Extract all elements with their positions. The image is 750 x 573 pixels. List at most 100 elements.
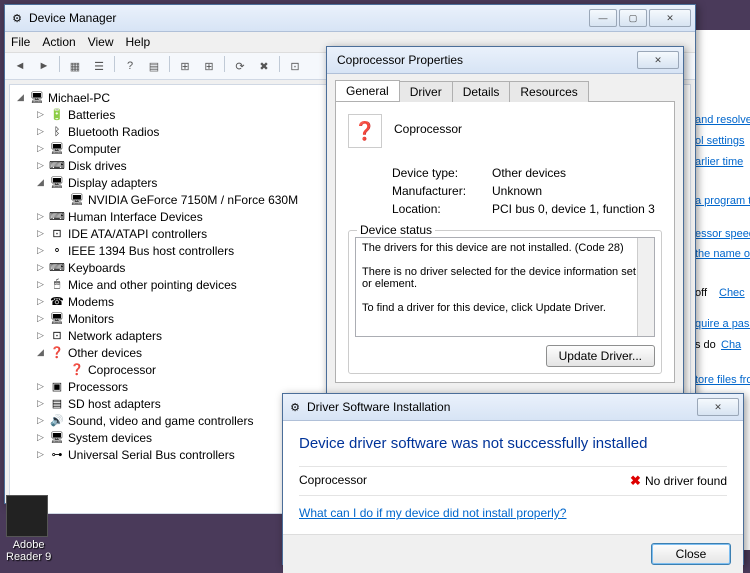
expander-icon[interactable]: ▷ [34,414,47,427]
tree-node-label: Modems [68,295,114,309]
help-button[interactable]: ? [119,56,141,76]
toolbar-btn[interactable]: ⊞ [174,56,196,76]
bg-frag: Chec [719,283,750,304]
expander-icon[interactable] [54,363,67,376]
bg-frag: ol settings [695,131,750,152]
back-button[interactable]: ◄ [9,56,31,76]
expander-icon[interactable]: ◢ [14,91,27,104]
tab-details[interactable]: Details [452,81,511,102]
expander-icon[interactable]: ▷ [34,329,47,342]
device-status-text[interactable]: The drivers for this device are not inst… [355,237,655,337]
device-category-icon: ⚬ [49,243,65,259]
bg-frag: the name of [695,244,750,265]
bg-frag: and resolve i [695,110,750,131]
device-category-icon: ᛒ [49,124,65,140]
device-status-group: Device status The drivers for this devic… [348,230,662,374]
titlebar[interactable]: ⚙ Driver Software Installation ✕ [283,394,743,421]
menu-action[interactable]: Action [42,35,75,49]
menu-file[interactable]: File [11,35,30,49]
expander-icon[interactable]: ▷ [34,380,47,393]
device-category-icon: 🖥 [49,141,65,157]
expander-icon[interactable]: ▷ [34,278,47,291]
properties-button[interactable]: ☰ [88,56,110,76]
expander-icon[interactable]: ▷ [34,431,47,444]
tree-node-label: Mice and other pointing devices [68,278,237,292]
device-category-icon: ⌨ [49,209,65,225]
mfr-label: Manufacturer: [392,184,492,198]
maximize-button[interactable]: ▢ [619,9,647,27]
expander-icon[interactable]: ▷ [34,142,47,155]
tree-node-label: IEEE 1394 Bus host controllers [68,244,234,258]
minimize-button[interactable]: — [589,9,617,27]
device-category-icon: ❓ [69,362,85,378]
scrollbar[interactable] [637,238,654,336]
sep [114,56,115,72]
sep [169,56,170,72]
tree-node-label: Network adapters [68,329,162,343]
device-category-icon: ⊡ [49,226,65,242]
uninstall-button[interactable]: ✖ [253,56,275,76]
device-name: Coprocessor [348,114,662,136]
device-status-legend: Device status [357,223,435,237]
tree-node-label: Coprocessor [88,363,156,377]
devtype-label: Device type: [392,166,492,180]
tab-driver[interactable]: Driver [399,81,453,102]
expander-icon[interactable]: ▷ [34,244,47,257]
expander-icon[interactable]: ▷ [34,227,47,240]
tree-node-label: Other devices [68,346,142,360]
expander-icon[interactable]: ▷ [34,125,47,138]
toolbar-btn[interactable]: ⊞ [198,56,220,76]
desktop-label: Adobe [6,539,51,551]
tree-node-label: Bluetooth Radios [68,125,159,139]
device-category-icon: ☎ [49,294,65,310]
scan-button[interactable]: ⊡ [284,56,306,76]
update-driver-button[interactable]: Update Driver... [546,345,655,367]
help-link[interactable]: What can I do if my device did not insta… [299,506,566,520]
desktop-label: Reader 9 [6,551,51,563]
error-x-icon: ✖ [630,473,641,488]
expander-icon[interactable] [54,193,67,206]
titlebar[interactable]: ⚙ Device Manager — ▢ ✕ [5,5,695,32]
tab-general[interactable]: General [335,80,400,101]
devtype-value: Other devices [492,166,566,180]
expander-icon[interactable]: ◢ [34,176,47,189]
expander-icon[interactable]: ▷ [34,312,47,325]
update-driver-button[interactable]: ⟳ [229,56,251,76]
close-button[interactable]: Close [651,543,731,565]
tab-resources[interactable]: Resources [509,81,588,102]
expander-icon[interactable]: ▷ [34,108,47,121]
status-line: The drivers for this device are not inst… [362,242,648,254]
expander-icon[interactable]: ▷ [34,261,47,274]
menu-view[interactable]: View [88,35,114,49]
toolbar-btn[interactable]: ▤ [143,56,165,76]
close-button[interactable]: ✕ [697,398,739,416]
expander-icon[interactable]: ▷ [34,159,47,172]
bg-frag: quire a passw [695,314,750,335]
device-category-icon: 🖱 [49,277,65,293]
toolbar-btn[interactable]: ▦ [64,56,86,76]
menu-help[interactable]: Help [126,35,151,49]
loc-value: PCI bus 0, device 1, function 3 [492,202,655,216]
dialog-title: Driver Software Installation [307,400,695,414]
close-button[interactable]: ✕ [649,9,691,27]
tree-node-label: Universal Serial Bus controllers [68,448,235,462]
tab-panel-general: ❓ Coprocessor Device type:Other devices … [335,101,675,383]
tree-root-label[interactable]: Michael-PC [48,91,110,105]
expander-icon[interactable]: ▷ [34,397,47,410]
sep [59,56,60,72]
expander-icon[interactable]: ▷ [34,448,47,461]
desktop-icon-adobe[interactable]: Adobe Reader 9 [6,495,51,563]
tab-bar: General Driver Details Resources [327,74,683,101]
expander-icon[interactable]: ▷ [34,210,47,223]
adobe-reader-icon [6,495,48,537]
close-button[interactable]: ✕ [637,51,679,69]
expander-icon[interactable]: ◢ [34,346,47,359]
bg-frag: arlier time [695,152,750,173]
status-line: There is no driver selected for the devi… [362,266,648,290]
fwd-button[interactable]: ► [33,56,55,76]
device-category-icon: 🔊 [49,413,65,429]
driver-install-dialog: ⚙ Driver Software Installation ✕ Device … [282,393,744,565]
expander-icon[interactable]: ▷ [34,295,47,308]
titlebar[interactable]: Coprocessor Properties ✕ [327,47,683,74]
device-category-icon: ⊡ [49,328,65,344]
